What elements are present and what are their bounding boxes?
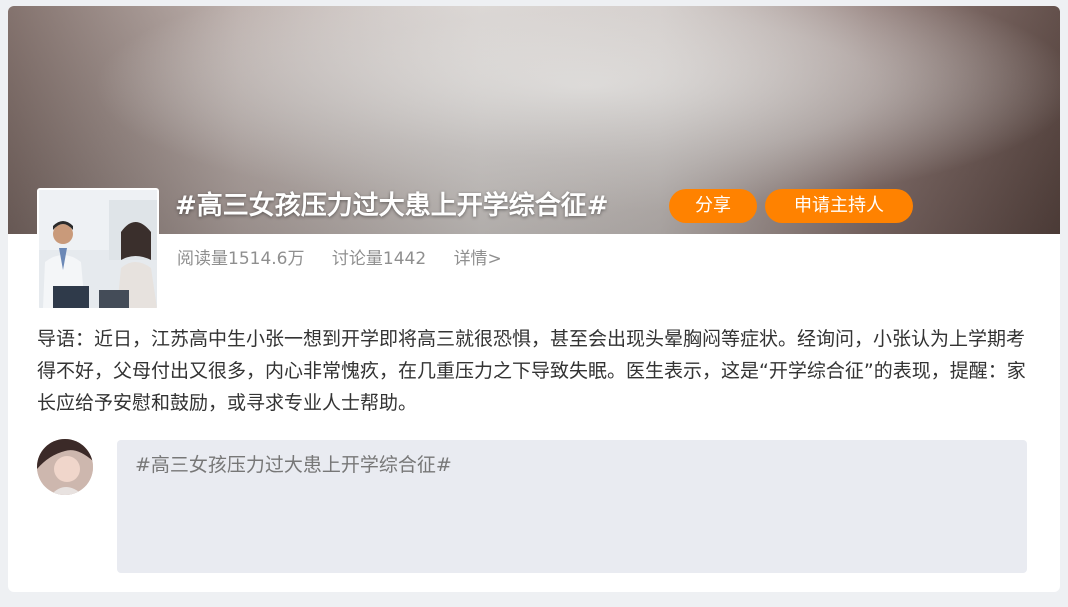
discussion-count: 讨论量1442 [331,249,427,269]
apply-host-button[interactable]: 申请主持人 [765,189,913,223]
details-link[interactable]: 详情> [454,249,502,269]
composer-input-text[interactable]: #高三女孩压力过大患上开学综合征# [135,452,1009,478]
topic-title: #高三女孩压力过大患上开学综合征# [175,191,609,221]
topic-card: #高三女孩压力过大患上开学综合征# 分享 申请主持人 阅读量1514.6万 讨论… [8,6,1060,592]
user-avatar[interactable] [37,439,93,495]
topic-stats: 阅读量1514.6万 讨论量1442 详情> [177,244,524,269]
topic-cover-image[interactable] [37,188,159,310]
comment-composer[interactable]: #高三女孩压力过大患上开学综合征# [117,440,1027,573]
topic-intro: 导语：近日，江苏高中生小张一想到开学即将高三就很恐惧，甚至会出现头晕胸闷等症状。… [37,328,1026,414]
share-button[interactable]: 分享 [669,189,757,223]
read-count: 阅读量1514.6万 [177,249,305,269]
